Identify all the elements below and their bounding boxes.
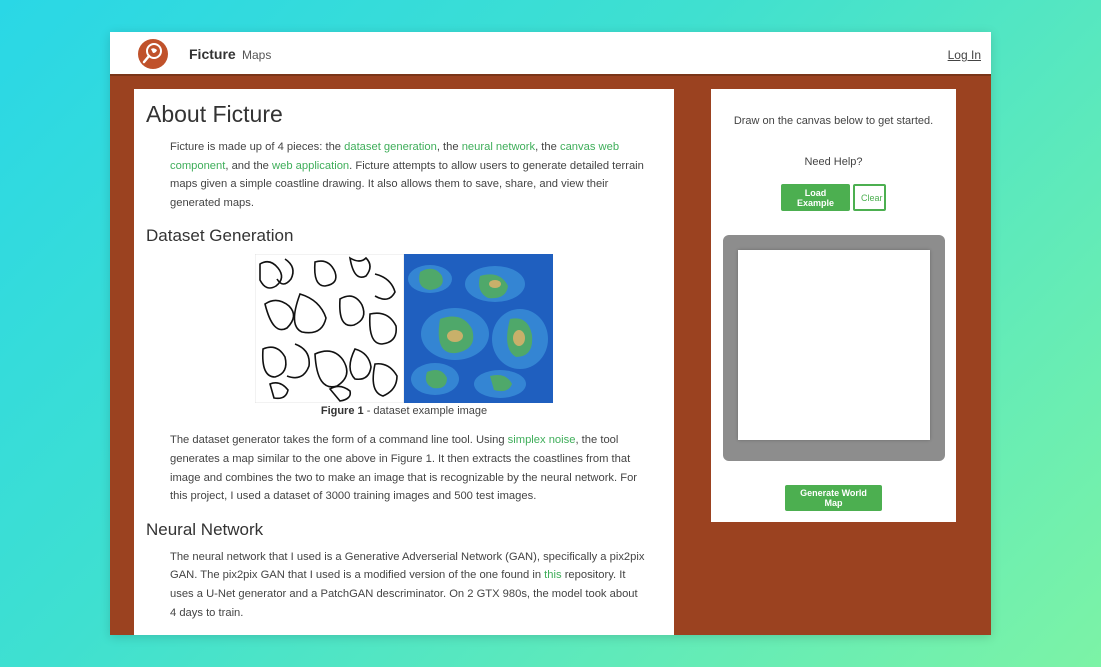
neural-paragraph: The neural network that I used is a Gene… bbox=[170, 548, 646, 622]
dataset-text: The dataset generator takes the form of … bbox=[170, 434, 508, 447]
ficture-logo-icon[interactable] bbox=[138, 39, 168, 69]
intro-text: , the bbox=[436, 141, 462, 153]
load-example-button[interactable]: Load Example bbox=[781, 184, 850, 211]
intro-text: Ficture is made up of 4 pieces: the bbox=[170, 141, 345, 153]
intro-text: , and the bbox=[225, 159, 273, 172]
drawing-panel: Draw on the canvas below to get started.… bbox=[711, 89, 956, 522]
drawing-canvas[interactable] bbox=[738, 250, 930, 440]
link-web-application[interactable]: web application bbox=[272, 160, 349, 172]
heading-neural-network: Neural Network bbox=[146, 519, 264, 539]
intro-paragraph: Ficture is made up of 4 pieces: the data… bbox=[170, 138, 646, 212]
dataset-paragraph: The dataset generator takes the form of … bbox=[170, 431, 646, 505]
generate-world-map-button[interactable]: Generate World Map bbox=[785, 485, 882, 511]
figure-1: Figure 1 - dataset example image bbox=[254, 254, 554, 417]
nav-link-maps[interactable]: Maps bbox=[242, 48, 271, 62]
page-title: About Ficture bbox=[146, 101, 283, 127]
clear-button[interactable]: Clear bbox=[853, 184, 886, 211]
top-navbar: Ficture Maps Log In bbox=[110, 32, 991, 76]
link-neural-network[interactable]: neural network bbox=[462, 141, 535, 153]
figure-caption-text: - dataset example image bbox=[363, 405, 488, 418]
link-simplex-noise[interactable]: simplex noise bbox=[508, 434, 576, 446]
brand-name[interactable]: Ficture bbox=[189, 46, 236, 62]
canvas-frame bbox=[723, 235, 945, 461]
browser-window: Ficture Maps Log In About Ficture Fictur… bbox=[110, 32, 991, 635]
intro-text: , the bbox=[535, 141, 560, 153]
link-repository[interactable]: this bbox=[544, 569, 561, 581]
figure-caption: Figure 1 - dataset example image bbox=[254, 405, 554, 417]
about-panel: About Ficture Ficture is made up of 4 pi… bbox=[134, 89, 674, 635]
heading-dataset-generation: Dataset Generation bbox=[146, 226, 294, 246]
dataset-example-image bbox=[255, 254, 553, 404]
login-link[interactable]: Log In bbox=[948, 48, 981, 62]
instructions-text: Draw on the canvas below to get started. bbox=[733, 115, 934, 127]
figure-label: Figure 1 bbox=[320, 405, 364, 418]
need-help-text: Need Help? bbox=[804, 156, 863, 168]
link-dataset-generation[interactable]: dataset generation bbox=[344, 141, 437, 153]
